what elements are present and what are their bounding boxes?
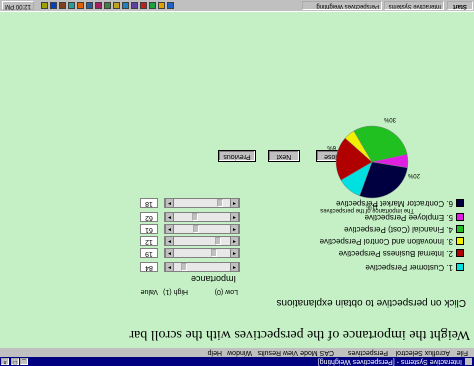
menu-perspectives[interactable]: Perspectives <box>348 348 388 357</box>
quicklaunch-icon[interactable] <box>140 2 147 9</box>
quicklaunch-icon[interactable] <box>167 2 174 9</box>
quicklaunch-icon[interactable] <box>131 2 138 9</box>
task-interactive-systems[interactable]: Interactive Systems <box>384 1 444 10</box>
scroll-left-arrow-icon[interactable]: ◂ <box>230 249 239 257</box>
client-area: Weight the importance of the perspective… <box>0 12 474 348</box>
quicklaunch-icon[interactable] <box>95 2 102 9</box>
scroll-left-arrow-icon[interactable]: ◂ <box>230 213 239 221</box>
quicklaunch-icon[interactable] <box>50 2 57 9</box>
scale-low-label: Low (0) <box>214 288 238 295</box>
perspective-row[interactable]: 3. Innovation and Control Perspective ◂ ▸ 1… <box>0 235 474 246</box>
scroll-thumb[interactable] <box>191 213 198 221</box>
explanation-hint: Click on perspective to obtain explanati… <box>276 297 466 308</box>
scroll-left-arrow-icon[interactable]: ◂ <box>230 263 239 271</box>
importance-scrollbar[interactable]: ◂ ▸ <box>164 236 240 246</box>
scale-labels: Low (0) High (1) Value <box>130 286 240 295</box>
menu-view-results[interactable]: View Results <box>258 348 298 357</box>
scale-value-label: Value <box>140 288 158 295</box>
quicklaunch-icon[interactable] <box>86 2 93 9</box>
scroll-thumb[interactable] <box>215 237 222 245</box>
app-icon <box>465 358 472 365</box>
scale-high-label: High (1) <box>163 288 188 295</box>
importance-scrollbar[interactable]: ◂ ▸ <box>164 212 240 222</box>
importance-scrollbar[interactable]: ◂ ▸ <box>164 262 240 272</box>
scroll-right-arrow-icon[interactable]: ▸ <box>165 249 174 257</box>
importance-value: 19 <box>140 248 158 258</box>
previous-button[interactable]: Previous <box>218 150 256 162</box>
importance-value: 84 <box>140 262 158 272</box>
perspective-color-swatch <box>456 249 464 257</box>
perspective-color-swatch <box>456 225 464 233</box>
quicklaunch-icon[interactable] <box>122 2 129 9</box>
scroll-thumb[interactable] <box>211 249 218 257</box>
pie-chart: 11% 20% 30% 6% <box>327 116 420 209</box>
page-title: Weight the importance of the perspective… <box>129 327 470 342</box>
quicklaunch-icon[interactable] <box>68 2 75 9</box>
quicklaunch-icon[interactable] <box>59 2 66 9</box>
perspective-row[interactable]: 2. Internal Business Perspective ◂ ▸ 19 <box>0 247 474 258</box>
menu-acroflux[interactable]: Acroflux Selectrol <box>396 348 450 357</box>
importance-value: 62 <box>140 212 158 222</box>
menu-bar: File Acroflux Selectrol Perspectives CAS… <box>0 348 474 357</box>
scroll-right-arrow-icon[interactable]: ▸ <box>165 225 174 233</box>
menu-cas-mode[interactable]: CAS Mode <box>300 348 334 357</box>
scroll-left-arrow-icon[interactable]: ◂ <box>230 237 239 245</box>
window-title: Interactive Systems - [Perspectives Weig… <box>317 358 462 365</box>
menu-window[interactable]: Window <box>227 348 252 357</box>
scroll-right-arrow-icon[interactable]: ▸ <box>165 213 174 221</box>
start-button[interactable]: Start <box>447 1 473 10</box>
scroll-right-arrow-icon[interactable]: ▸ <box>165 199 174 207</box>
perspective-color-swatch <box>456 237 464 245</box>
importance-scrollbar[interactable]: ◂ ▸ <box>164 198 240 208</box>
pie-label-20: 20% <box>407 172 420 178</box>
quicklaunch-icon[interactable] <box>41 2 48 9</box>
quicklaunch-icon[interactable] <box>104 2 111 9</box>
importance-scrollbar[interactable]: ◂ ▸ <box>164 224 240 234</box>
scroll-thumb[interactable] <box>192 225 199 233</box>
task-perspectives-weighting[interactable]: Perspectives Weighting <box>302 1 382 10</box>
scroll-left-arrow-icon[interactable]: ◂ <box>230 225 239 233</box>
taskbar: Start Interactive Systems Perspectives W… <box>0 0 474 12</box>
perspective-label[interactable]: 4. Financial (Cost) Perspective <box>344 224 453 234</box>
importance-label: Importance <box>190 274 236 284</box>
perspective-label[interactable]: 5. Employee Perspective <box>365 212 454 222</box>
perspective-label[interactable]: 1. Customer Perspective <box>365 262 453 272</box>
quicklaunch-icon[interactable] <box>77 2 84 9</box>
perspective-label[interactable]: 2. Internal Business Perspective <box>339 248 453 258</box>
quicklaunch-icon[interactable] <box>158 2 165 9</box>
perspective-color-swatch <box>456 199 464 207</box>
pie-label-30: 30% <box>383 116 396 122</box>
pie-label-11: 11% <box>366 203 378 209</box>
importance-value: 12 <box>140 236 158 246</box>
quicklaunch-icon[interactable] <box>149 2 156 9</box>
scroll-right-arrow-icon[interactable]: ▸ <box>165 237 174 245</box>
pie-label-6: 6% <box>327 144 336 150</box>
perspective-color-swatch <box>456 263 464 271</box>
perspective-color-swatch <box>456 213 464 221</box>
perspective-row[interactable]: 1. Customer Perspective ◂ ▸ 84 <box>0 261 474 272</box>
importance-value: 18 <box>140 198 158 208</box>
close-window-button[interactable]: x <box>1 358 9 365</box>
scroll-thumb[interactable] <box>217 199 224 207</box>
screen: Interactive Systems - [Perspectives Weig… <box>0 0 474 366</box>
scroll-right-arrow-icon[interactable]: ▸ <box>165 263 174 271</box>
maximize-button[interactable]: □ <box>11 358 19 365</box>
importance-value: 61 <box>140 224 158 234</box>
menu-help[interactable]: Help <box>208 348 222 357</box>
title-bar: Interactive Systems - [Perspectives Weig… <box>0 357 474 366</box>
scroll-left-arrow-icon[interactable]: ◂ <box>230 199 239 207</box>
menu-file[interactable]: File <box>457 348 468 357</box>
perspective-label[interactable]: 3. Innovation and Control Perspective <box>320 236 453 246</box>
pie-chart-svg <box>335 125 409 199</box>
importance-scrollbar[interactable]: ◂ ▸ <box>164 248 240 258</box>
next-button[interactable]: Next <box>268 150 300 162</box>
quicklaunch-icon[interactable] <box>113 2 120 9</box>
perspective-row[interactable]: 4. Financial (Cost) Perspective ◂ ▸ 61 <box>0 223 474 234</box>
scroll-thumb[interactable] <box>180 263 187 271</box>
minimize-button[interactable]: _ <box>20 358 28 365</box>
clock: 12:00 PM <box>2 1 34 10</box>
